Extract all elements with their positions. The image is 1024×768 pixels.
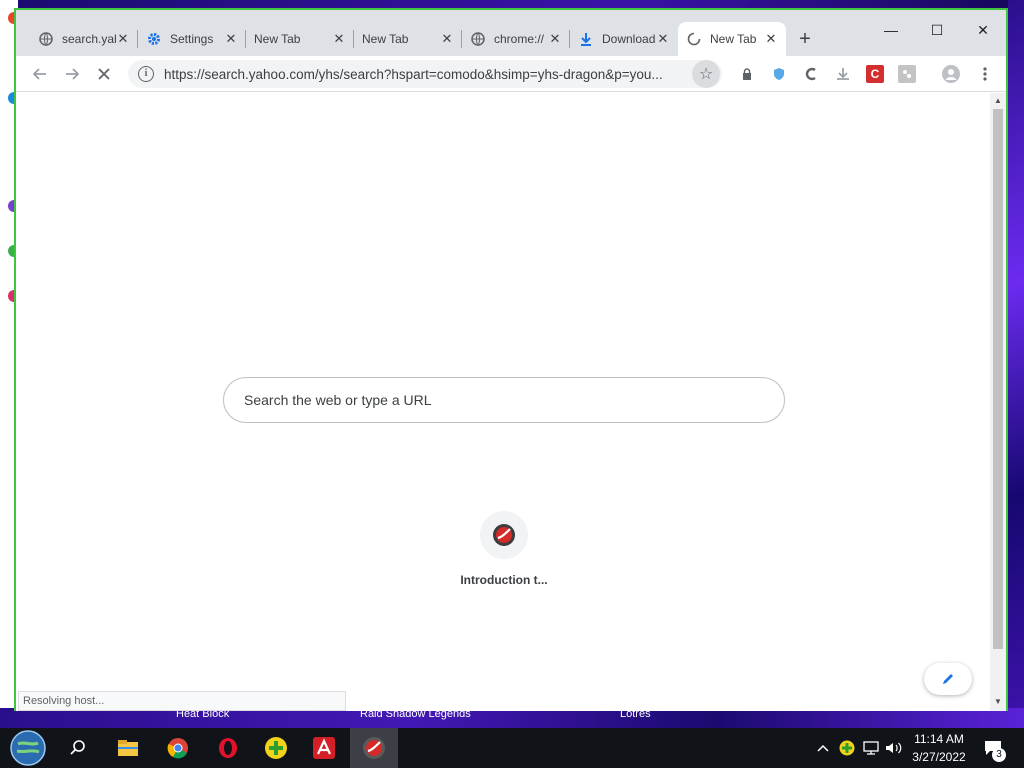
address-bar[interactable]: i https://search.yahoo.com/yhs/search?hs…	[128, 60, 722, 88]
desktop-bottom-strip: Heat Block Raid Shadow Legends Lotres	[0, 708, 1024, 728]
scroll-down-icon[interactable]: ▼	[994, 697, 1002, 706]
network-icon[interactable]	[862, 728, 880, 768]
info-icon[interactable]: i	[138, 66, 154, 82]
tab-downloads[interactable]: Downloads ✕	[570, 22, 678, 56]
taskbar: 11:14 AM 3/27/2022 3	[0, 728, 1024, 768]
close-window-button[interactable]: ✕	[960, 16, 1006, 44]
notification-count-badge: 3	[992, 748, 1006, 762]
tab-chrome[interactable]: chrome:// ✕	[462, 22, 570, 56]
chrome-icon	[167, 738, 188, 759]
globe-icon	[470, 31, 486, 47]
opera-icon	[219, 738, 237, 758]
file-explorer-icon	[118, 740, 138, 756]
plus-icon	[265, 737, 287, 759]
tab-title: Settings	[170, 32, 214, 46]
minimize-button[interactable]: —	[868, 16, 914, 44]
taskbar-opera[interactable]	[204, 728, 252, 768]
taskbar-comodo-dragon[interactable]	[350, 728, 398, 768]
tab-title: search.yahoo.com	[62, 32, 116, 46]
url-text[interactable]: https://search.yahoo.com/yhs/search?hspa…	[164, 67, 684, 82]
desktop-right-strip	[1008, 0, 1024, 708]
puzzle-icon[interactable]	[898, 65, 916, 83]
taskbar-search[interactable]	[54, 728, 102, 768]
close-icon[interactable]: ✕	[548, 31, 562, 47]
tab-new-tab[interactable]: New Tab ✕	[246, 22, 354, 56]
shield-icon[interactable]	[770, 65, 788, 83]
new-tab-page: Search the web or type a URL Introductio…	[16, 93, 990, 711]
tab-title: New Tab	[254, 32, 301, 46]
shortcut-label: Introduction t...	[460, 573, 548, 587]
scroll-up-icon[interactable]: ▲	[994, 96, 1002, 105]
clock-time: 11:14 AM	[914, 732, 964, 746]
forward-button[interactable]	[58, 60, 86, 88]
download-icon	[578, 31, 594, 47]
close-icon	[98, 68, 110, 80]
chevron-up-icon[interactable]	[814, 728, 832, 768]
close-icon[interactable]: ✕	[332, 31, 346, 47]
volume-icon[interactable]	[884, 728, 904, 768]
status-bubble: Resolving host...	[18, 691, 346, 711]
red-c-icon[interactable]: C	[866, 65, 884, 83]
menu-icon[interactable]	[976, 65, 994, 83]
comodo-dragon-icon	[363, 737, 385, 759]
tab-title: New Tab	[362, 32, 409, 46]
close-icon[interactable]: ✕	[224, 31, 238, 47]
taskbar-chrome[interactable]	[154, 728, 202, 768]
globe-icon	[38, 31, 54, 47]
tab-title: Downloads	[602, 32, 656, 46]
browser-toolbar: i https://search.yahoo.com/yhs/search?hs…	[16, 56, 1006, 92]
vertical-scrollbar[interactable]: ▲ ▼	[990, 93, 1006, 711]
lock-icon[interactable]	[738, 65, 756, 83]
customize-button[interactable]	[924, 663, 972, 695]
pencil-icon	[943, 674, 953, 684]
arrow-right-icon	[66, 68, 80, 80]
tab-new-tab-active[interactable]: New Tab ✕	[678, 22, 786, 56]
close-icon[interactable]: ✕	[656, 31, 670, 47]
taskbar-avira[interactable]	[300, 728, 348, 768]
tab-title: New Tab	[710, 32, 757, 46]
tab-settings[interactable]: Settings ✕	[138, 22, 246, 56]
avira-icon	[313, 737, 335, 759]
comodo-dragon-icon	[480, 511, 528, 559]
scrollbar-thumb[interactable]	[993, 109, 1003, 649]
stop-button[interactable]	[90, 60, 118, 88]
taskbar-file-explorer[interactable]	[104, 728, 152, 768]
tab-search-yahoo[interactable]: search.yahoo.com ✕	[30, 22, 138, 56]
gear-icon	[146, 31, 162, 47]
browser-window: search.yahoo.com ✕ Settings ✕ New Tab ✕ …	[14, 8, 1008, 711]
c-icon[interactable]	[802, 65, 820, 83]
star-icon[interactable]: ☆	[692, 60, 720, 88]
start-button[interactable]	[4, 728, 52, 768]
loading-spinner-icon	[686, 31, 702, 47]
download-ext-icon[interactable]	[834, 65, 852, 83]
tab-new-tab[interactable]: New Tab ✕	[354, 22, 462, 56]
close-icon[interactable]: ✕	[764, 31, 778, 47]
profile-icon[interactable]	[942, 65, 960, 83]
shortcut-tile[interactable]: Introduction t...	[448, 511, 560, 587]
arrow-left-icon	[32, 68, 46, 80]
tray-plus-icon[interactable]	[838, 728, 856, 768]
new-tab-button[interactable]: +	[792, 26, 818, 52]
clock-date: 3/27/2022	[912, 750, 966, 764]
tab-strip: search.yahoo.com ✕ Settings ✕ New Tab ✕ …	[16, 10, 1006, 56]
start-globe-icon	[10, 730, 46, 766]
maximize-button[interactable]: ☐	[914, 16, 960, 44]
close-icon[interactable]: ✕	[440, 31, 454, 47]
system-clock[interactable]: 11:14 AM 3/27/2022	[906, 730, 972, 766]
tab-title: chrome://	[494, 32, 545, 46]
close-icon[interactable]: ✕	[116, 31, 130, 47]
taskbar-plus-app[interactable]	[252, 728, 300, 768]
search-input[interactable]: Search the web or type a URL	[223, 377, 785, 423]
back-button[interactable]	[26, 60, 54, 88]
search-icon	[70, 740, 85, 755]
